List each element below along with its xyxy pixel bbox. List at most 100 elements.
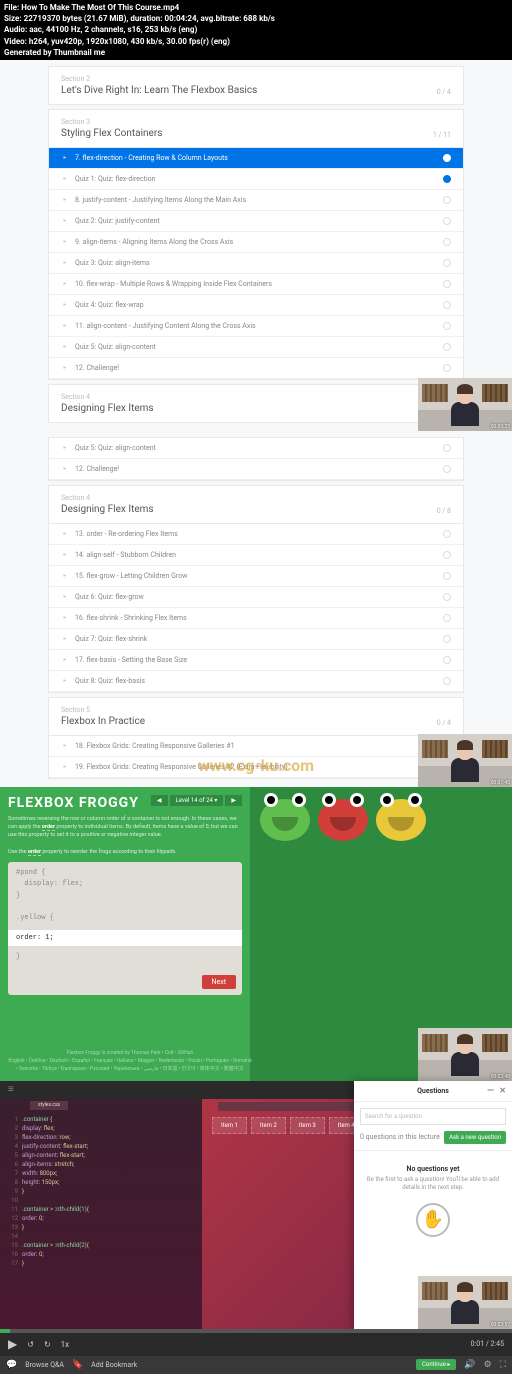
play-icon: ▸ (61, 238, 69, 246)
status-circle (443, 238, 451, 246)
code-editor-panel[interactable]: styles.css 1.container {2 display: flex;… (0, 1099, 202, 1329)
section-3-lessons-cont: ▸Quiz 5: Quiz: align-content▸12. Challen… (48, 437, 464, 481)
section-4-lessons: ▸13. order - Re-ordering Flex Items▸14. … (48, 524, 464, 693)
forward-icon[interactable]: ↻ (44, 1340, 51, 1349)
status-circle (443, 364, 451, 372)
progress-bar[interactable] (0, 1329, 512, 1333)
status-circle (443, 154, 451, 162)
play-icon: ▸ (61, 175, 69, 183)
play-icon: ▸ (61, 322, 69, 330)
ask-question-button[interactable]: Ask a new question (444, 1131, 506, 1144)
lesson-item[interactable]: ▸Quiz 4: Quiz: flex-wrap (49, 295, 463, 316)
lesson-item[interactable]: ▸17. flex-basis - Setting the Base Size (49, 650, 463, 671)
lesson-item[interactable]: ▸Quiz 3: Quiz: align-items (49, 253, 463, 274)
status-circle (443, 322, 451, 330)
thumbnail-2: ▸Quiz 5: Quiz: align-content▸12. Challen… (0, 431, 512, 787)
play-icon: ▸ (61, 364, 69, 372)
frog-red (318, 799, 368, 841)
lesson-item[interactable]: ▸9. align-items - Aligning Items Along t… (49, 232, 463, 253)
status-circle (443, 196, 451, 204)
play-icon: ▸ (61, 551, 69, 559)
lesson-item[interactable]: ▸10. flex-wrap - Multiple Rows & Wrappin… (49, 274, 463, 295)
code-editor: #pond { display: flex; } .yellow { order… (8, 862, 242, 995)
lesson-item[interactable]: ▸12. Challenge! (49, 358, 463, 379)
section-5-header[interactable]: Section 5Flexbox In Practice 0 / 4 (48, 697, 464, 736)
status-circle (443, 444, 451, 452)
section-3-lessons: ▸7. flex-direction - Creating Row & Colu… (48, 148, 464, 380)
meta-gen: Generated by Thumbnail me (4, 47, 508, 58)
webcam-overlay: 00:01:45 (418, 734, 512, 787)
lesson-item[interactable]: ▸14. align-self - Stubborn Children (49, 545, 463, 566)
lesson-item[interactable]: ▸15. flex-grow - Letting Children Grow (49, 566, 463, 587)
level-selector[interactable]: Level 14 of 24 ▾ (170, 795, 224, 806)
editor-tab[interactable]: styles.css (30, 1101, 68, 1111)
section-3-header[interactable]: Section 3Styling Flex Containers 1 / 11 (48, 109, 464, 148)
no-questions-title: No questions yet (407, 1165, 460, 1173)
video-metadata: File: How To Make The Most Of This Cours… (0, 0, 512, 60)
play-button[interactable]: ▶ (8, 1337, 17, 1351)
status-circle (443, 572, 451, 580)
lesson-item[interactable]: ▸19. Flexbox Grids: Creating Responsive … (49, 757, 463, 778)
add-bookmark[interactable]: Add Bookmark (91, 1361, 137, 1369)
continue-button[interactable]: Continue ▸ (416, 1359, 456, 1370)
status-circle (443, 217, 451, 225)
frog-yellow (376, 799, 426, 841)
next-button[interactable]: Next (202, 975, 236, 989)
lesson-item[interactable]: ▸12. Challenge! (49, 459, 463, 480)
bookmark-icon[interactable]: 🔖 (72, 1360, 83, 1370)
froggy-credits: Flexbox Froggy is created by Thomas Park… (8, 1049, 252, 1073)
flex-item: Item 1 (212, 1117, 247, 1134)
timestamp: 00:00:33 (491, 424, 510, 430)
code-readonly-post: } (8, 946, 242, 969)
section-4-header[interactable]: Section 4Designing Flex Items 0 / 8 (48, 384, 464, 423)
rewind-icon[interactable]: ↺ (27, 1340, 34, 1349)
play-icon: ▸ (61, 742, 69, 750)
minimize-icon[interactable]: — (487, 1086, 494, 1096)
fullscreen-icon[interactable]: ⛶ (500, 1360, 506, 1370)
browse-qa[interactable]: Browse Q&A (25, 1361, 64, 1369)
thumbnail-3: FLEXBOX FROGGY ◀ Level 14 of 24 ▾ ▶ Some… (0, 787, 512, 1081)
prev-level-button[interactable]: ◀ (151, 795, 168, 806)
next-level-button[interactable]: ▶ (225, 795, 242, 806)
close-icon[interactable]: ✕ (499, 1086, 506, 1095)
menu-icon[interactable]: ≡ (8, 1084, 20, 1095)
meta-size: Size: 22719370 bytes (21.67 MiB), durati… (4, 13, 508, 24)
lesson-item[interactable]: ▸18. Flexbox Grids: Creating Responsive … (49, 736, 463, 757)
lesson-item[interactable]: ▸Quiz 2: Quiz: justify-content (49, 211, 463, 232)
lesson-item[interactable]: ▸13. order - Re-ordering Flex Items (49, 524, 463, 545)
status-circle (443, 656, 451, 664)
lesson-item[interactable]: ▸Quiz 8: Quiz: flex-basis (49, 671, 463, 692)
status-circle (443, 677, 451, 685)
questions-title: Questions (417, 1087, 449, 1095)
timestamp: 00:01:45 (491, 780, 510, 786)
volume-icon[interactable]: 🔊 (464, 1360, 475, 1370)
status-circle (443, 465, 451, 473)
search-input[interactable]: Search for a question (360, 1108, 506, 1125)
speed-button[interactable]: 1x (61, 1340, 69, 1349)
frog-green (260, 799, 310, 841)
lesson-item[interactable]: ▸Quiz 5: Quiz: align-content (49, 337, 463, 358)
lesson-item[interactable]: ▸11. align-content - Justifying Content … (49, 316, 463, 337)
lesson-item[interactable]: ▸Quiz 6: Quiz: flex-grow (49, 587, 463, 608)
settings-icon[interactable]: ⚙ (484, 1360, 492, 1370)
lesson-item[interactable]: ▸Quiz 1: Quiz: flex-direction (49, 169, 463, 190)
play-icon: ▸ (61, 635, 69, 643)
lesson-item[interactable]: ▸16. flex-shrink - Shrinking Flex Items (49, 608, 463, 629)
lesson-item[interactable]: ▸Quiz 7: Quiz: flex-shrink (49, 629, 463, 650)
section-2-header[interactable]: Section 2Let's Dive Right In: Learn The … (48, 66, 464, 105)
flex-item: Item 3 (290, 1117, 325, 1134)
lesson-item[interactable]: ▸7. flex-direction - Creating Row & Colu… (49, 148, 463, 169)
chat-icon[interactable]: 💬 (6, 1360, 17, 1370)
lesson-item[interactable]: ▸8. justify-content - Justifying Items A… (49, 190, 463, 211)
play-icon: ▸ (61, 656, 69, 664)
play-icon: ▸ (61, 196, 69, 204)
section-4-header-b[interactable]: Section 4Designing Flex Items 0 / 8 (48, 485, 464, 524)
froggy-title: FLEXBOX FROGGY (8, 795, 139, 811)
play-icon: ▸ (61, 444, 69, 452)
play-icon: ▸ (61, 677, 69, 685)
code-input[interactable]: order: 1; (8, 930, 242, 946)
webcam-overlay: 00:03:57 (418, 1276, 512, 1329)
lesson-item[interactable]: ▸Quiz 5: Quiz: align-content (49, 438, 463, 459)
status-circle (443, 635, 451, 643)
meta-audio: Audio: aac, 44100 Hz, 2 channels, s16, 2… (4, 24, 508, 35)
